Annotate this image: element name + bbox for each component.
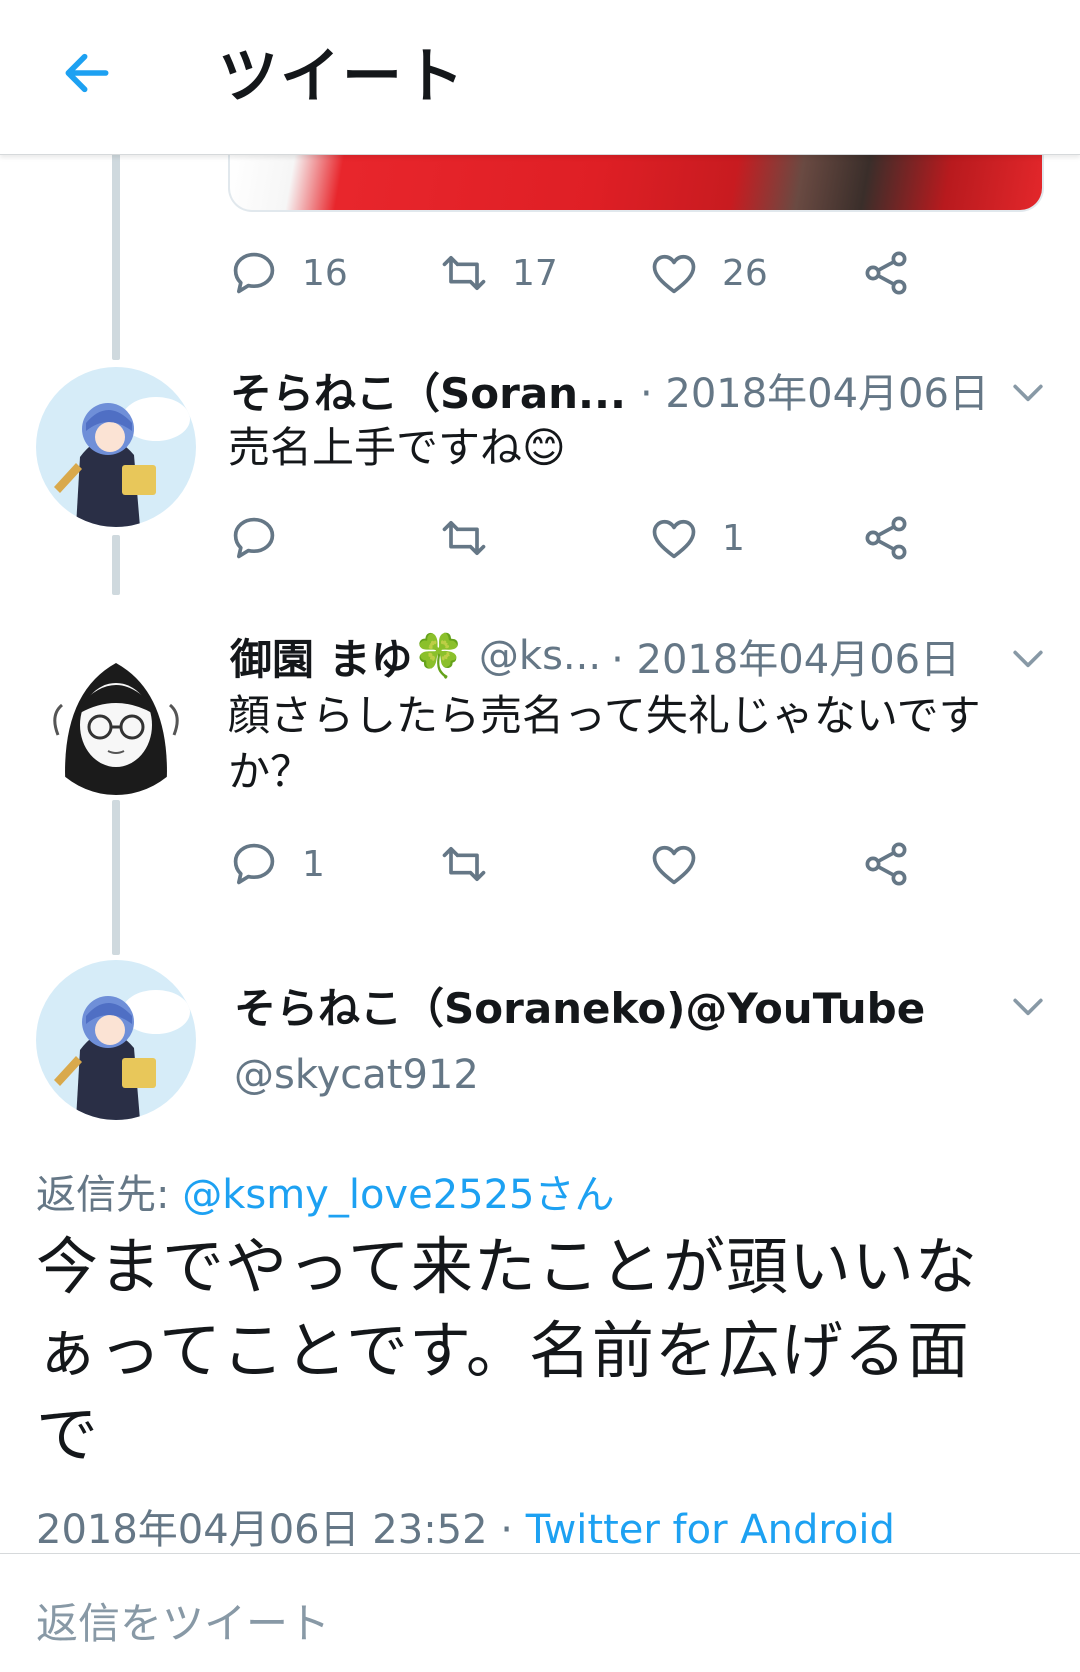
reply-to-line: 返信先: @ksmy_love2525さん [36,1162,615,1220]
reply-count: 16 [302,252,348,294]
retweet-button[interactable] [438,834,490,894]
reply-count: 1 [302,843,325,885]
page-title: ツイート [218,42,466,112]
tweet-text-line: 今までやって来たことが頭いいな [36,1230,978,1303]
share-icon [865,516,907,560]
heart-icon [652,845,696,885]
main-tweet-text: 今までやって来たことが頭いいな ぁってことです。名前を広げる面 で [36,1225,1046,1477]
reply-icon [233,843,275,885]
reply-icon [233,517,275,559]
tweet-text-line: で [36,1398,100,1471]
reply-icon [233,252,275,294]
reply-button[interactable]: 1 [228,834,325,894]
thread-line [112,150,120,360]
share-button[interactable] [860,834,912,894]
tweet-text-line: 顔さらしたら売名って失礼じゃないです [228,691,981,740]
divider [0,1553,1080,1554]
reply-to-label: 返信先: [36,1172,183,1218]
share-button[interactable] [860,243,912,303]
like-button[interactable]: 26 [648,243,768,303]
thread-line [112,535,120,595]
thread-line [112,800,120,955]
user-handle[interactable]: @skycat912 [234,1052,479,1098]
avatar-manga-girl-image [36,635,196,795]
like-button[interactable] [648,834,700,894]
avatar-illustration-image [36,960,196,1120]
clover-emoji-icon: 🍀 [412,631,465,680]
share-icon [865,842,907,886]
retweet-icon [442,846,486,882]
reply-button[interactable]: 16 [228,243,348,303]
tweet-source-link[interactable]: Twitter for Android [526,1507,895,1553]
share-icon [865,251,907,295]
avatar-illustration-image [36,367,196,527]
smile-emoji-icon: 😊 [522,423,566,472]
user-name[interactable]: 御園 まゆ [230,626,413,687]
tweet-actions: 1 [228,508,928,568]
tweet-meta: 2018年04月06日 23:52 · Twitter for Android [36,1497,895,1555]
top-bar: ツイート [0,0,1080,155]
tweet-media-image[interactable] [228,150,1044,212]
back-button[interactable] [52,38,122,108]
user-name[interactable]: そらねこ（Soran... [230,360,626,421]
like-button[interactable]: 1 [648,508,745,568]
tweet-header: 御園 まゆ 🍀 @ks... · 2018年04月06日 [230,628,960,684]
like-count: 26 [722,252,768,294]
retweet-button[interactable]: 17 [438,243,558,303]
user-handle[interactable]: @ks... [479,633,601,679]
avatar[interactable] [36,367,196,527]
back-arrow-icon [65,53,109,93]
tweet-text: 顔さらしたら売名って失礼じゃないです か？ [228,688,1048,800]
heart-icon [652,254,696,294]
tweet-date[interactable]: · 2018年04月06日 [640,361,989,419]
tweet-header: そらねこ（Soran... · 2018年04月06日 [230,362,989,418]
retweet-icon [442,255,486,291]
tweet-date[interactable]: · 2018年04月06日 [611,627,960,685]
retweet-count: 17 [512,252,558,294]
chevron-down-icon[interactable] [1006,984,1050,1028]
tweet-text-line: か？ [228,747,313,796]
like-count: 1 [722,517,745,559]
tweet-actions: 1 [228,834,928,894]
reply-to-link[interactable]: @ksmy_love2525さん [182,1172,614,1218]
tweet-text-content: 売名上手ですね [228,423,523,472]
retweet-button[interactable] [438,508,490,568]
avatar[interactable] [36,960,196,1120]
tweet-text-line: ぁってことです。名前を広げる面 [36,1314,970,1387]
avatar[interactable] [36,635,196,795]
reply-input[interactable]: 返信をツイート [36,1590,330,1651]
tweet-timestamp: 2018年04月06日 23:52 [36,1507,488,1553]
tweet-actions: 16 17 26 [228,243,928,303]
heart-icon [652,519,696,559]
tweet-text: 売名上手ですね😊 [228,420,566,476]
meta-separator: · [487,1507,526,1553]
retweet-icon [442,520,486,556]
share-button[interactable] [860,508,912,568]
user-name[interactable]: そらねこ（Soraneko)@YouTube [234,975,925,1036]
chevron-down-icon[interactable] [1006,370,1050,414]
reply-button[interactable] [228,508,280,568]
chevron-down-icon[interactable] [1006,636,1050,680]
